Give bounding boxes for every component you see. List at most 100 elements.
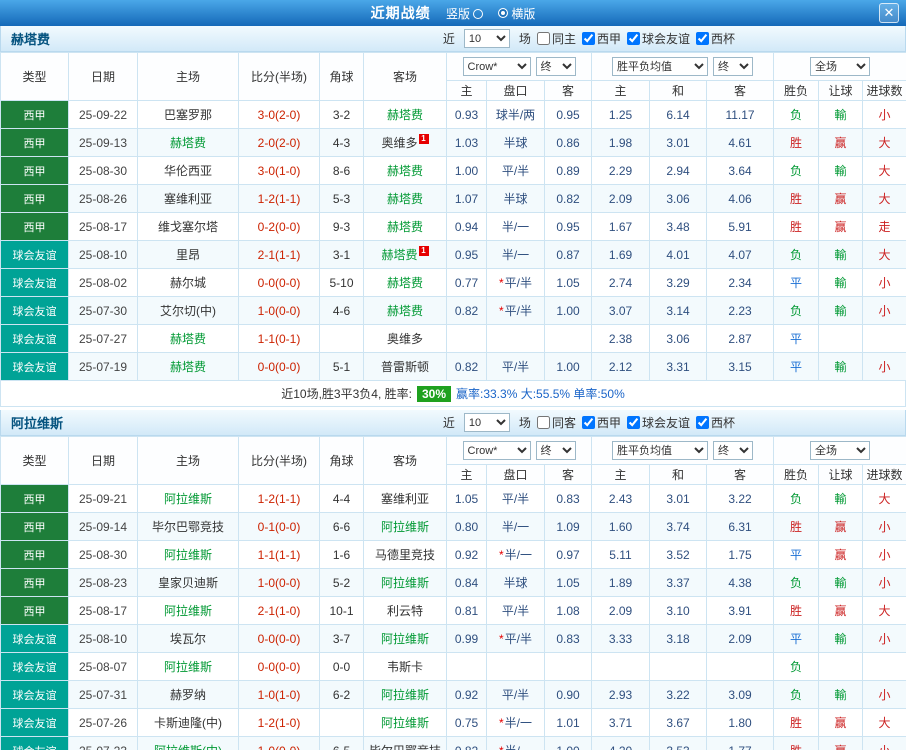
corner-cell: 3-1: [319, 240, 364, 269]
ah-away-odds: 0.83: [544, 624, 592, 653]
eu-home-odds: [591, 652, 650, 681]
home-team-cell: 维戈塞尔塔: [137, 212, 239, 241]
team-name-text: 阿拉维斯: [163, 604, 212, 618]
eu-away-odds: [705, 652, 775, 681]
goals-flag: 小: [862, 512, 906, 541]
goals-flag: 小: [862, 100, 906, 129]
team-name-text: 维戈塞尔塔: [157, 220, 218, 234]
handicap-flag: 輸: [818, 352, 864, 381]
corner-cell: 5-2: [319, 568, 364, 597]
odds-time-select[interactable]: 终: [535, 57, 576, 76]
section-header-bar: 阿拉维斯 近 10 场 同客 西甲 球会友谊 西杯: [0, 410, 906, 436]
filter-option[interactable]: 球会友谊: [626, 30, 690, 47]
vertical-radio[interactable]: [473, 8, 483, 19]
eu-draw-odds: 3.22: [649, 680, 707, 709]
match-date: 25-08-17: [68, 212, 138, 241]
filter-option[interactable]: 西甲: [581, 414, 621, 431]
match-date: 25-08-10: [68, 624, 138, 653]
ah-home-odds: 0.75: [446, 708, 487, 737]
score-cell: 1-2(1-1): [238, 184, 320, 213]
filter-option[interactable]: 西杯: [695, 30, 735, 47]
match-row: 西甲 25-08-30 华伦西亚 3-0(1-0) 8-6 赫塔费 1.00 平/半 0.89 2…: [0, 156, 906, 185]
filter-option[interactable]: 西甲: [581, 30, 621, 47]
horizontal-radio[interactable]: [498, 8, 509, 18]
away-team-cell: 赫塔费 1: [363, 240, 447, 269]
handicap-flag: 輸: [818, 484, 864, 513]
ah-away-odds: 0.89: [544, 156, 592, 185]
avg-time-select[interactable]: 终: [713, 57, 753, 76]
recent-prefix-label: 近: [442, 416, 455, 430]
layout-option-vertical[interactable]: 竖版: [446, 5, 483, 22]
column-subheader: 和: [649, 464, 707, 485]
match-date: 25-08-10: [68, 240, 138, 269]
eu-away-odds: 3.91: [705, 596, 775, 625]
filter-option[interactable]: 同主: [536, 30, 576, 47]
match-date: 25-08-26: [68, 184, 138, 213]
handicap-flag: 輸: [818, 156, 864, 185]
league-badge: 西甲: [0, 512, 69, 541]
filter-option[interactable]: 球会友谊: [626, 414, 690, 431]
match-date: 25-07-23: [68, 736, 138, 750]
filter-checkbox[interactable]: [581, 32, 595, 45]
eu-home-odds: 3.07: [591, 296, 650, 325]
score-cell: 2-0(2-0): [238, 128, 320, 157]
filter-checkbox[interactable]: [536, 32, 550, 45]
avg-odds-select[interactable]: 胜平负均值: [612, 57, 708, 76]
away-team-cell: 奥维多: [363, 324, 447, 353]
match-date: 25-09-21: [68, 484, 138, 513]
recent-count-select[interactable]: 10: [463, 413, 510, 432]
eu-draw-odds: 3.06: [649, 324, 707, 353]
league-badge: 西甲: [0, 596, 69, 625]
close-icon[interactable]: ✕: [879, 3, 899, 23]
filter-option[interactable]: 西杯: [695, 414, 735, 431]
result-flag: 胜: [773, 512, 820, 541]
team-name-heading: 阿拉维斯: [11, 416, 64, 431]
corner-cell: 3-2: [319, 100, 364, 129]
team-name-text: 赫塔费: [386, 108, 423, 122]
home-team-cell: 皇家贝迪斯: [137, 568, 239, 597]
corner-cell: 5-10: [319, 268, 364, 297]
ah-line: 半球: [486, 568, 545, 597]
away-team-cell: 利云特: [363, 596, 447, 625]
filter-option[interactable]: 同客: [536, 414, 576, 431]
odds-company-select[interactable]: Crow*: [462, 441, 531, 460]
avg-odds-select[interactable]: 胜平负均值: [612, 441, 708, 460]
filter-checkbox[interactable]: [695, 416, 709, 429]
eu-home-odds: 2.74: [591, 268, 650, 297]
team-name-text: 埃瓦尔: [169, 632, 206, 646]
filter-checkbox[interactable]: [626, 32, 640, 45]
corner-cell: 6-5: [319, 736, 364, 750]
score-cell: 0-0(0-0): [238, 624, 320, 653]
match-date: 25-08-17: [68, 596, 138, 625]
live-star-icon: *: [498, 548, 504, 562]
scope-select[interactable]: 全场: [810, 441, 871, 460]
filter-checkbox[interactable]: [581, 416, 595, 429]
eu-away-odds: 2.87: [705, 324, 775, 353]
handicap-flag: 輸: [818, 296, 864, 325]
recent-prefix-label: 近: [442, 32, 455, 46]
filter-checkbox[interactable]: [695, 32, 709, 45]
layout-option-horizontal[interactable]: 横版: [498, 5, 535, 22]
odds-time-select[interactable]: 终: [535, 441, 576, 460]
avg-time-select[interactable]: 终: [713, 441, 753, 460]
eu-home-odds: 3.71: [591, 708, 650, 737]
team-name-text: 皇家贝迪斯: [157, 576, 218, 590]
ah-home-odds: 0.93: [446, 100, 487, 129]
filter-checkbox[interactable]: [536, 416, 550, 429]
score-cell: 1-1(0-1): [238, 324, 320, 353]
recent-count-select[interactable]: 10: [463, 29, 510, 48]
filter-checkbox[interactable]: [626, 416, 640, 429]
result-flag: 负: [773, 484, 820, 513]
team-name-text: 韦斯卡: [386, 660, 423, 674]
team-section-2: 阿拉维斯近 10 场同客 西甲 球会友谊 西杯 类型 日期 主场 比分(半场) 角球 客场 Crow* 终…: [0, 410, 906, 750]
team-name-text: 奥维多: [381, 136, 418, 150]
ah-away-odds: 1.05: [544, 268, 592, 297]
odds-company-select[interactable]: Crow*: [462, 57, 531, 76]
ah-line: *半/一: [486, 736, 545, 750]
column-subheader: 让球: [818, 464, 864, 485]
eu-away-odds: 1.80: [705, 708, 775, 737]
panel-title: 近期战绩: [370, 5, 431, 21]
scope-select[interactable]: 全场: [810, 57, 871, 76]
match-row: 球会友谊 25-08-10 埃瓦尔 0-0(0-0) 3-7 阿拉维斯 0.99 *平/半 0.…: [0, 624, 906, 653]
goals-flag: 小: [862, 624, 906, 653]
